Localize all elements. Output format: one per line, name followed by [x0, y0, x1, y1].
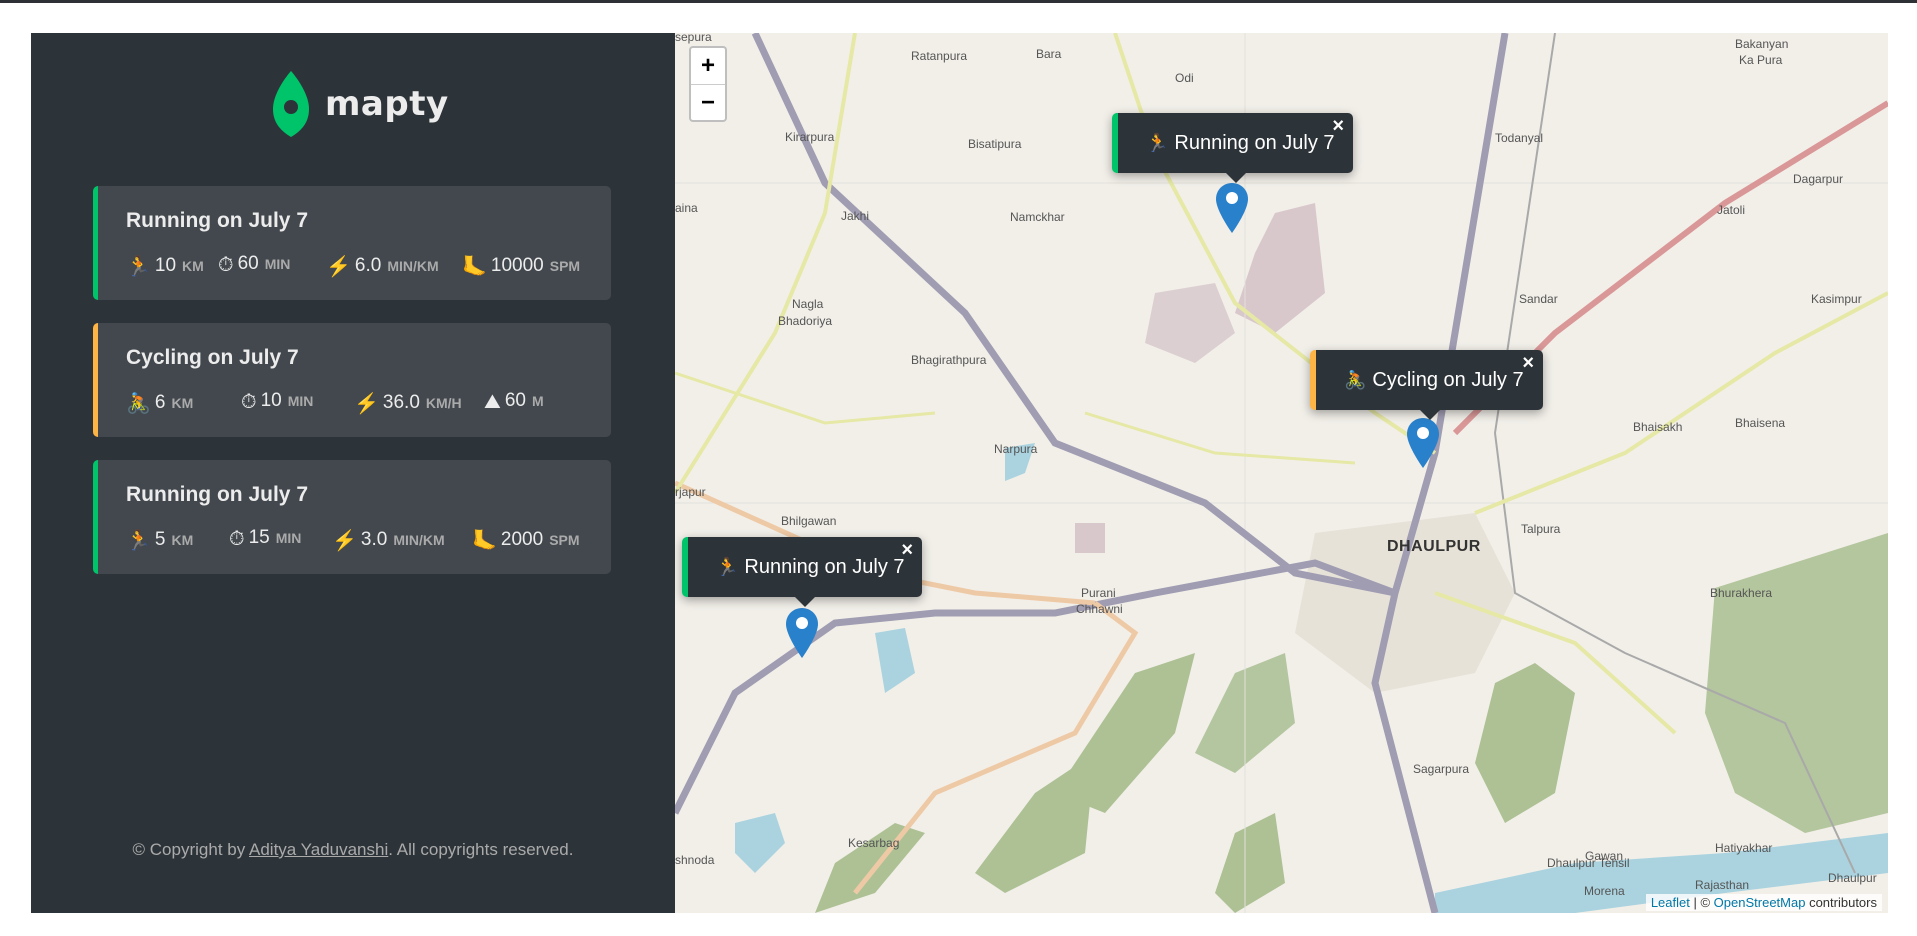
popup-label: Cycling on July 7: [1372, 368, 1524, 391]
place-label: Bhilgawan: [781, 514, 837, 528]
place-label: Nagla: [792, 297, 824, 311]
workout-detail-pace: ⚡ 3.0 min/km: [332, 529, 445, 552]
workout-detail-cadence: 🦶 2000 spm: [472, 529, 580, 552]
foot-icon: 🦶: [462, 256, 487, 278]
workout-title: Running on July 7: [126, 483, 308, 506]
place-label: Talpura: [1521, 522, 1561, 536]
lightning-icon: ⚡: [354, 393, 379, 415]
place-label: Chhawni: [1076, 602, 1123, 616]
zoom-control: + −: [689, 46, 727, 122]
place-label: Bhagirathpura: [911, 353, 987, 367]
workout-card[interactable]: Running on July 7 🏃 10 km ⏱ 60 min ⚡ 6.0…: [93, 186, 611, 300]
place-label: sepura: [675, 33, 712, 44]
workout-detail-duration: ⏱ 10 min: [241, 390, 314, 413]
author-link[interactable]: Aditya Yaduvanshi: [249, 840, 388, 859]
place-label: Bisatipura: [968, 137, 1022, 151]
place-label: Bhadoriya: [778, 314, 833, 328]
workout-card[interactable]: Cycling on July 7 🚴 6 km ⏱ 10 min ⚡ 36.0…: [93, 323, 611, 437]
place-label: Bara: [1036, 47, 1062, 61]
workout-detail-cadence: 🦶 10000 spm: [462, 255, 581, 278]
workout-detail-distance: 🏃 10 km: [126, 255, 204, 278]
place-label: Morena: [1584, 884, 1625, 898]
popup-label: Running on July 7: [1174, 131, 1335, 154]
map-marker-icon[interactable]: [1216, 183, 1248, 233]
popup-close-button[interactable]: ×: [901, 539, 913, 562]
place-label: Bhurakhera: [1710, 586, 1773, 600]
workout-detail-elevation: ⛰ 60 m: [484, 390, 544, 413]
place-label: Todanyal: [1495, 131, 1544, 145]
place-label: Namckhar: [1010, 210, 1065, 224]
top-border: [0, 0, 1917, 3]
running-icon: 🏃: [1146, 132, 1169, 153]
place-label: Sagarpura: [1413, 762, 1470, 776]
map-pin-logo-icon: [273, 71, 309, 137]
workout-detail-duration: ⏱ 60 min: [218, 253, 291, 276]
stopwatch-icon: ⏱: [229, 528, 245, 550]
stopwatch-icon: ⏱: [241, 391, 257, 413]
leaflet-link[interactable]: Leaflet: [1651, 895, 1690, 910]
place-label: aina: [675, 201, 698, 215]
map-attribution: Leaflet | © OpenStreetMap contributors: [1645, 894, 1882, 911]
cycling-icon: 🚴: [126, 393, 151, 415]
map[interactable]: sepura Ratanpura Bara Odi Bakanyan Ka Pu…: [675, 33, 1888, 913]
place-label: Sandar: [1519, 292, 1558, 306]
lightning-icon: ⚡: [332, 530, 357, 552]
place-label: Bhaisakh: [1633, 420, 1683, 434]
place-label: Rajasthan: [1695, 878, 1750, 892]
workout-detail-speed: ⚡ 36.0 km/h: [354, 392, 462, 415]
place-label: Jakhi: [841, 209, 870, 223]
place-label: Purani: [1081, 586, 1116, 600]
stopwatch-icon: ⏱: [218, 254, 234, 276]
osm-link[interactable]: OpenStreetMap: [1714, 895, 1806, 910]
place-label: Dhaulpur: [1828, 871, 1877, 885]
workout-popup[interactable]: 🏃 Running on July 7 ×: [682, 537, 922, 607]
workout-popup[interactable]: 🏃 Running on July 7 ×: [1112, 113, 1353, 183]
popup-close-button[interactable]: ×: [1332, 115, 1344, 138]
workout-detail-duration: ⏱ 15 min: [229, 527, 302, 550]
place-label: Narpura: [994, 442, 1038, 456]
workout-title: Running on July 7: [126, 209, 308, 232]
workout-title: Cycling on July 7: [126, 346, 299, 369]
place-label: Hatiyakhar: [1715, 841, 1773, 855]
foot-icon: 🦶: [472, 530, 497, 552]
workout-detail-pace: ⚡ 6.0 min/km: [326, 255, 439, 278]
place-label: Kesarbag: [848, 836, 900, 850]
workout-detail-distance: 🏃 5 km: [126, 529, 194, 552]
city-label: DHAULPUR: [1387, 538, 1481, 555]
app-name: mapty: [325, 84, 449, 124]
place-label: Bhaisena: [1735, 416, 1786, 430]
zoom-out-button[interactable]: −: [691, 85, 725, 121]
place-label: Odi: [1175, 71, 1194, 85]
popup-label: Running on July 7: [744, 555, 905, 578]
place-label: Ka Pura: [1739, 53, 1783, 67]
logo: mapty: [271, 69, 449, 139]
workout-popup[interactable]: 🚴 Cycling on July 7 ×: [1310, 350, 1543, 420]
sidebar: mapty Running on July 7 🏃 10 km ⏱ 60 min…: [31, 33, 675, 913]
place-label: Dhaulpur Tehsil: [1547, 856, 1630, 870]
map-marker-icon[interactable]: [1407, 418, 1439, 468]
place-label: Dagarpur: [1793, 172, 1844, 186]
running-icon: 🏃: [126, 256, 151, 278]
workout-detail-distance: 🚴 6 km: [126, 392, 194, 415]
copyright: © Copyright by Aditya Yaduvanshi. All co…: [132, 840, 574, 859]
running-icon: 🏃: [716, 556, 739, 577]
place-label: Bakanyan: [1735, 37, 1789, 51]
workout-list: Running on July 7 🏃 10 km ⏱ 60 min ⚡ 6.0…: [93, 186, 611, 597]
place-label: Ratanpura: [911, 49, 968, 63]
place-label: Kirarpura: [785, 130, 835, 144]
place-label: rjapur: [675, 485, 706, 499]
popup-close-button[interactable]: ×: [1522, 352, 1534, 375]
lightning-icon: ⚡: [326, 256, 351, 278]
running-icon: 🏃: [126, 530, 151, 552]
zoom-in-button[interactable]: +: [691, 48, 725, 85]
cycling-icon: 🚴: [1344, 369, 1367, 390]
map-marker-icon[interactable]: [786, 608, 818, 658]
place-label: shnoda: [675, 853, 715, 867]
mountain-icon: ⛰: [484, 391, 501, 413]
place-label: Jatoli: [1717, 203, 1746, 217]
place-label: Kasimpur: [1811, 292, 1862, 306]
workout-card[interactable]: Running on July 7 🏃 5 km ⏱ 15 min ⚡ 3.0 …: [93, 460, 611, 574]
